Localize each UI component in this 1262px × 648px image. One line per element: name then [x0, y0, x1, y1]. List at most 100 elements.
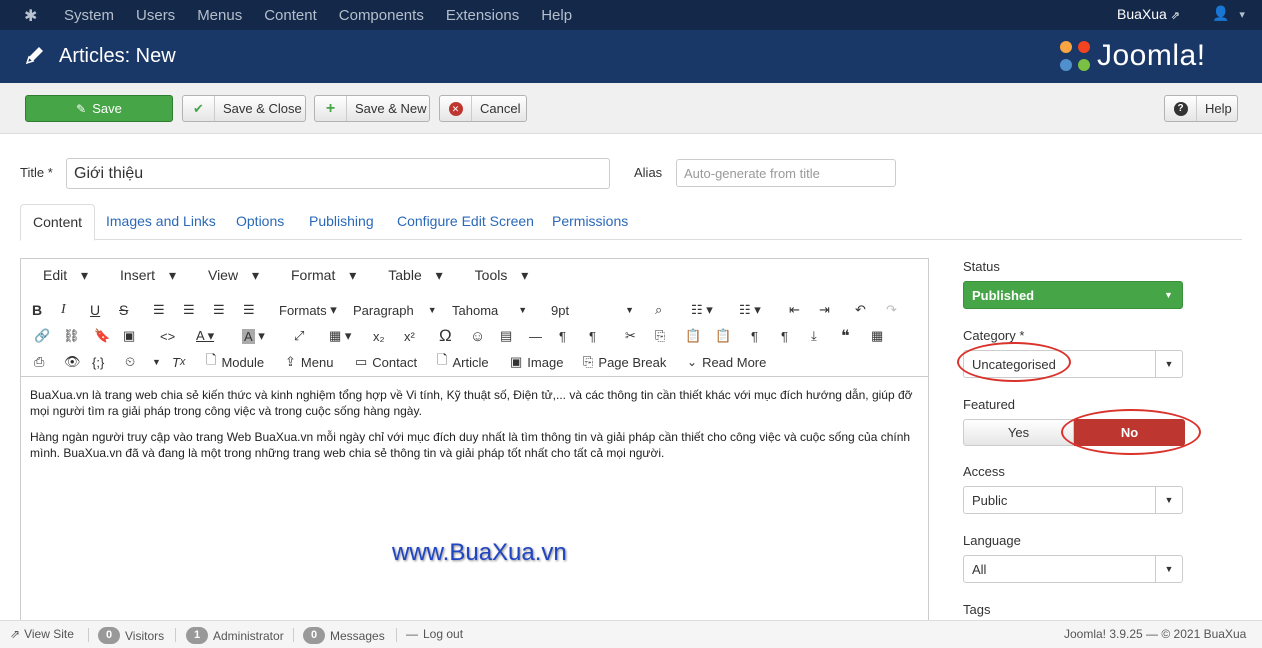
- paragraph-dropdown[interactable]: Paragraph ▼: [353, 300, 437, 320]
- italic-icon[interactable]: I: [61, 300, 66, 320]
- cut-icon[interactable]: ✂: [625, 326, 636, 346]
- joomla-icon[interactable]: ✱: [24, 6, 42, 25]
- bookmark-icon[interactable]: 🔖: [94, 326, 110, 346]
- admin-label: Administrator: [213, 628, 284, 643]
- view-site-link[interactable]: ⇗ View Site: [10, 627, 74, 641]
- table-icon[interactable]: ▦ ▾: [329, 326, 351, 346]
- bullet-list-icon[interactable]: ☷ ▾: [691, 300, 713, 320]
- image-button[interactable]: ▣ Image: [510, 352, 563, 372]
- align-center-icon[interactable]: ☰: [183, 300, 195, 320]
- fullscreen-icon[interactable]: ⤢: [294, 326, 304, 346]
- undo-icon[interactable]: ↶: [855, 300, 866, 320]
- align-right-icon[interactable]: ☰: [213, 300, 225, 320]
- background-color-icon[interactable]: A ▾: [242, 326, 265, 346]
- find-icon[interactable]: ⌕: [655, 300, 662, 320]
- editor-menu-view[interactable]: View ▾: [197, 267, 259, 284]
- editor-menu-edit[interactable]: Edit ▾: [32, 267, 88, 284]
- menu-components[interactable]: Components: [339, 7, 424, 24]
- align-left-icon[interactable]: ☰: [153, 300, 165, 320]
- subscript-icon[interactable]: x₂: [373, 326, 385, 346]
- save-close-button[interactable]: ✔ Save & Close: [182, 95, 306, 122]
- contact-button[interactable]: ▭ Contact: [355, 352, 417, 372]
- paste-icon[interactable]: 📋: [685, 326, 701, 346]
- paragraph: BuaXua.vn là trang web chia sẻ kiến thức…: [30, 388, 913, 418]
- outdent-icon[interactable]: ⇤: [789, 300, 800, 320]
- copy-icon[interactable]: ⎘: [655, 326, 665, 346]
- blockquote-icon[interactable]: ❝: [841, 326, 850, 346]
- tab-configure-edit-screen[interactable]: Configure Edit Screen: [385, 204, 546, 240]
- menu-help[interactable]: Help: [541, 7, 572, 24]
- editor-menu-insert[interactable]: Insert ▾: [109, 267, 176, 284]
- visitors-link[interactable]: 0 Visitors: [98, 627, 164, 644]
- preview-icon[interactable]: 👁: [64, 352, 81, 372]
- redo-icon[interactable]: ↷: [886, 300, 897, 320]
- code-icon[interactable]: <>: [160, 326, 175, 346]
- chevron-down-icon[interactable]: ▼: [152, 352, 161, 372]
- administrator-link[interactable]: 1 Administrator: [186, 627, 284, 644]
- language-select[interactable]: All ▼: [963, 555, 1183, 583]
- show-blocks-icon[interactable]: ¶: [751, 326, 758, 346]
- page-break-button[interactable]: ⎘ Page Break: [583, 352, 666, 372]
- tab-publishing[interactable]: Publishing: [297, 204, 386, 240]
- strikethrough-icon[interactable]: S: [119, 300, 128, 320]
- tab-content[interactable]: Content: [20, 204, 96, 241]
- alias-field[interactable]: Auto-generate from title: [676, 159, 896, 187]
- menu-button[interactable]: ⇪ Menu: [285, 352, 333, 372]
- tab-permissions[interactable]: Permissions: [540, 204, 640, 240]
- link-icon[interactable]: 🔗: [34, 326, 50, 346]
- editor-content[interactable]: BuaXua.vn là trang web chia sẻ kiến thức…: [30, 387, 925, 471]
- font-size-dropdown[interactable]: 9pt ▼: [551, 300, 634, 320]
- bold-icon[interactable]: B: [32, 300, 42, 320]
- menu-users[interactable]: Users: [136, 7, 175, 24]
- article-button[interactable]: 🗋 Article: [437, 352, 489, 372]
- print-icon[interactable]: ⎙: [34, 352, 44, 372]
- superscript-icon[interactable]: x²: [404, 326, 415, 346]
- site-link[interactable]: BuaXua ⇗: [1117, 6, 1180, 22]
- emoticon-icon[interactable]: ☺: [470, 326, 485, 346]
- access-select[interactable]: Public ▼: [963, 486, 1183, 514]
- menu-content[interactable]: Content: [264, 7, 317, 24]
- tab-images-links[interactable]: Images and Links: [94, 204, 228, 240]
- featured-yes-button[interactable]: Yes: [963, 419, 1074, 446]
- media-icon[interactable]: ▤: [500, 326, 512, 346]
- logout-link[interactable]: — Log out: [406, 627, 463, 641]
- help-button[interactable]: ? Help: [1164, 95, 1238, 122]
- paste-text-icon[interactable]: 📋: [715, 326, 731, 346]
- numbered-list-icon[interactable]: ☷ ▾: [739, 300, 761, 320]
- status-select[interactable]: Published ▼: [963, 281, 1183, 309]
- clear-format-icon[interactable]: Tx: [172, 352, 185, 372]
- messages-link[interactable]: 0 Messages: [303, 627, 385, 644]
- underline-icon[interactable]: U: [90, 300, 100, 320]
- ltr-icon[interactable]: ¶: [559, 326, 566, 346]
- editor-menu-format[interactable]: Format ▾: [280, 267, 356, 284]
- insert-icon[interactable]: ⤓: [811, 326, 817, 346]
- external-link-icon: ⇗: [1170, 10, 1180, 22]
- image-icon[interactable]: ▣: [123, 326, 135, 346]
- user-menu[interactable]: 👤 ▾: [1212, 5, 1245, 22]
- visual-chars-icon[interactable]: ¶: [781, 326, 788, 346]
- align-justify-icon[interactable]: ☰: [243, 300, 255, 320]
- template-icon[interactable]: ▦: [871, 326, 883, 346]
- editor-menu-tools[interactable]: Tools ▾: [464, 267, 529, 284]
- code-sample-icon[interactable]: {;}: [92, 352, 104, 372]
- save-new-button[interactable]: + Save & New: [314, 95, 430, 122]
- unlink-icon[interactable]: ⛓: [63, 326, 80, 346]
- font-family-dropdown[interactable]: Tahoma ▼: [452, 300, 527, 320]
- text-color-icon[interactable]: A ▾: [196, 326, 214, 346]
- omega-icon[interactable]: Ω: [439, 326, 452, 346]
- formats-dropdown[interactable]: Formats ▾: [279, 300, 337, 320]
- cancel-button[interactable]: ✕ Cancel: [439, 95, 527, 122]
- menu-menus[interactable]: Menus: [197, 7, 242, 24]
- rtl-icon[interactable]: ¶: [589, 326, 596, 346]
- horizontal-rule-icon[interactable]: —: [529, 326, 542, 346]
- save-button[interactable]: ✎ Save: [25, 95, 173, 122]
- title-field[interactable]: Giới thiệu: [66, 158, 610, 189]
- menu-system[interactable]: System: [64, 7, 114, 24]
- tab-options[interactable]: Options: [224, 204, 296, 240]
- menu-extensions[interactable]: Extensions: [446, 7, 519, 24]
- editor-menu-table[interactable]: Table ▾: [377, 267, 442, 284]
- read-more-button[interactable]: ⌄ Read More: [687, 352, 766, 372]
- indent-icon[interactable]: ⇥: [819, 300, 830, 320]
- module-button[interactable]: 🗋 Module: [206, 352, 264, 372]
- clock-icon[interactable]: ⏲: [125, 352, 135, 372]
